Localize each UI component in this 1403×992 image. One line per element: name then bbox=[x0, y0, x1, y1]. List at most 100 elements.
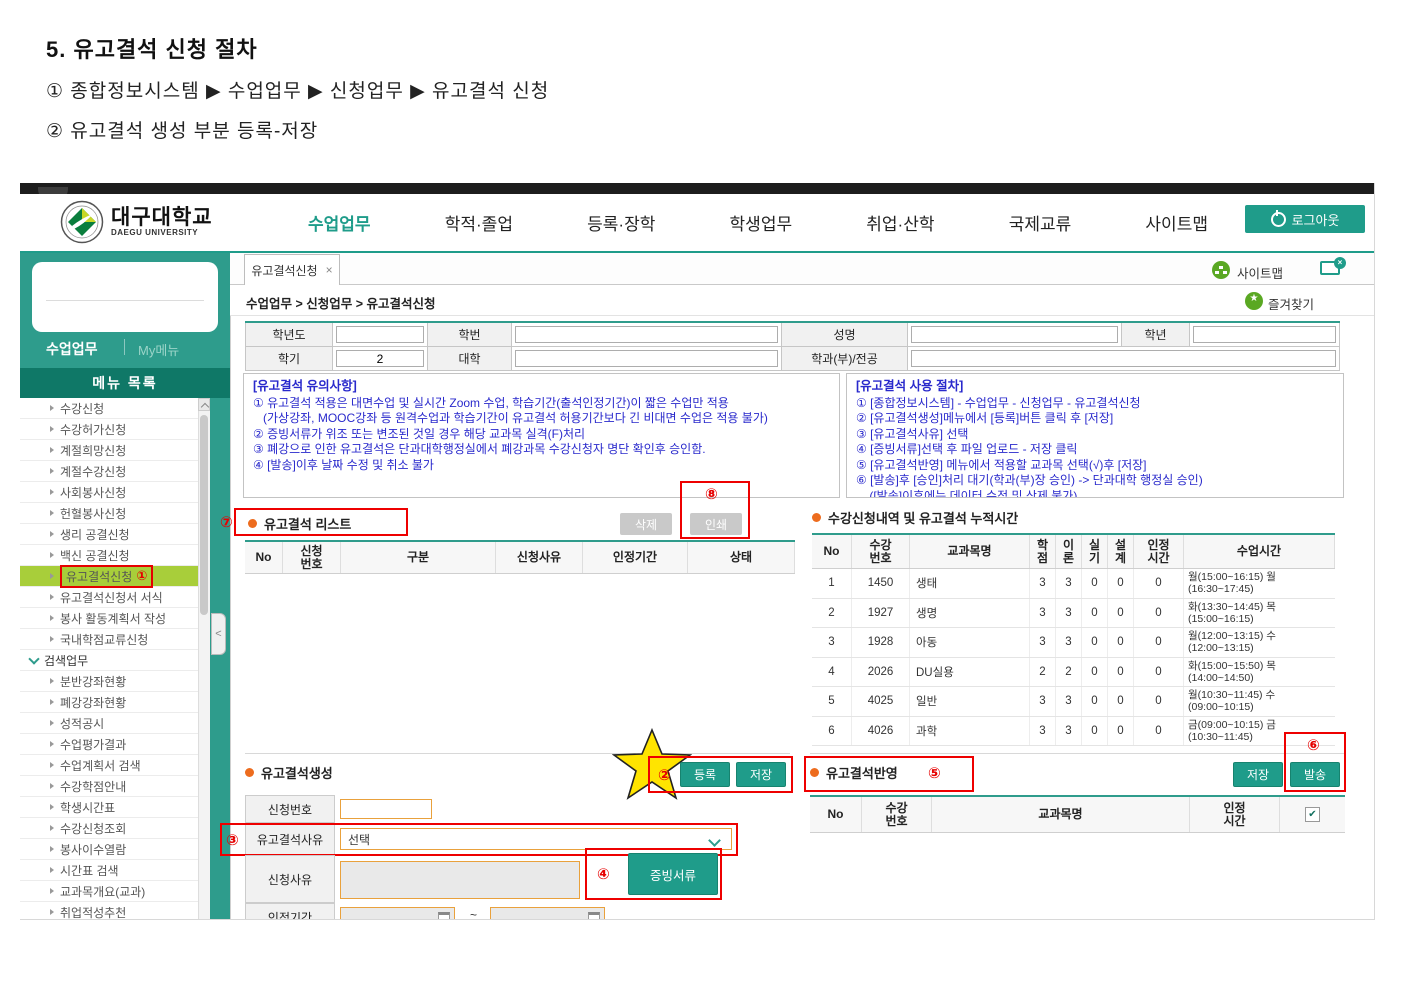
evidence-button[interactable]: 증빙서류 bbox=[628, 853, 718, 895]
period-separator: ~ bbox=[470, 908, 477, 920]
sidebar-menu-item[interactable]: 분반강좌현황 bbox=[20, 671, 210, 692]
favorite-link[interactable]: 즐겨찾기 bbox=[1268, 294, 1314, 313]
send-button[interactable]: 발송 bbox=[1290, 762, 1340, 787]
sidebar-menu-item[interactable]: 봉사 활동계획서 작성 bbox=[20, 608, 210, 629]
tab-absence-application[interactable]: 유고결석신청 × bbox=[244, 254, 340, 285]
notice-line: ⑤ [유고결석반영] 메뉴에서 적용할 교과목 선택(√)후 [저장] bbox=[856, 458, 1334, 474]
cell-theory: 3 bbox=[1056, 687, 1082, 716]
sidebar-menu-item[interactable]: 국내학점교류신청 bbox=[20, 629, 210, 650]
cell-design: 0 bbox=[1108, 687, 1134, 716]
cell-theory: 3 bbox=[1056, 569, 1082, 598]
column-header: 설 계 bbox=[1108, 535, 1134, 568]
print-button[interactable]: 인쇄 bbox=[690, 513, 742, 535]
save-create-button[interactable]: 저장 bbox=[736, 762, 786, 787]
annotation-number-2: ② bbox=[658, 766, 671, 784]
notice-cautions: [유고결석 유의사항] ① 유고결석 적용은 대면수업 및 실시간 Zoom 수… bbox=[243, 373, 840, 498]
tab-close-icon[interactable]: × bbox=[326, 263, 333, 277]
cell-credit: 3 bbox=[1030, 717, 1056, 746]
sidebar-collapse-handle[interactable]: < bbox=[211, 613, 226, 655]
enrollment-table-body: 1 1450 생태 3 3 0 0 0 월(15:00~16:15) 월(16:… bbox=[812, 569, 1335, 746]
top-nav-item[interactable]: 수업업무 bbox=[308, 210, 371, 235]
enrollment-table-row: 4 2026 DU실용 2 2 0 0 0 화(15:00~15:50) 목(1… bbox=[812, 658, 1335, 688]
sidebar-menu-item[interactable]: 검색업무 bbox=[20, 650, 210, 671]
sidebar-tab-classwork[interactable]: 수업업무 bbox=[46, 339, 98, 359]
sidebar-scrollbar-thumb[interactable] bbox=[200, 415, 208, 615]
sitemap-link[interactable]: 사이트맵 bbox=[1237, 263, 1283, 282]
sidebar-menu-item-label: 성적공시 bbox=[60, 715, 104, 732]
reason-type-select[interactable]: 선택 bbox=[340, 828, 732, 850]
sidebar-menu-item[interactable]: 백신 공결신청 bbox=[20, 545, 210, 566]
sidebar-menu-item[interactable]: 수강학점안내 bbox=[20, 776, 210, 797]
sidebar-menu-item[interactable]: 헌혈봉사신청 bbox=[20, 503, 210, 524]
sidebar-menu-item[interactable]: 계절희망신청 bbox=[20, 440, 210, 461]
top-nav-item[interactable]: 사이트맵 bbox=[1145, 210, 1208, 235]
student-id-input[interactable] bbox=[515, 326, 778, 343]
window-close-x-icon[interactable]: × bbox=[1334, 257, 1346, 269]
sidebar-menu-item[interactable]: 유고결석신청 ① bbox=[20, 566, 210, 587]
section-bullet-icon bbox=[810, 768, 819, 777]
sidebar-menu-item[interactable]: 성적공시 bbox=[20, 713, 210, 734]
top-nav-item[interactable]: 학적·졸업 bbox=[445, 210, 513, 235]
dept-input[interactable] bbox=[911, 350, 1336, 367]
sidebar-menu-item[interactable]: 생리 공결신청 bbox=[20, 524, 210, 545]
semester-input[interactable] bbox=[336, 350, 424, 367]
sitemap-icon[interactable] bbox=[1212, 261, 1230, 284]
sidebar-menu-item[interactable]: 봉사이수열람 bbox=[20, 839, 210, 860]
college-input[interactable] bbox=[515, 350, 778, 367]
register-button[interactable]: 등록 bbox=[680, 762, 730, 787]
column-header: 수업시간 bbox=[1184, 535, 1335, 568]
cell-class-time: 화(13:30~14:45) 목(15:00~16:15) bbox=[1184, 599, 1335, 628]
sidebar-menu-item[interactable]: 수강허가신청 bbox=[20, 419, 210, 440]
sidebar-menu-item-label: 취업적성추천 bbox=[60, 904, 126, 921]
chevron-icon bbox=[50, 405, 54, 411]
sidebar-menu-item-label: 수업평가결과 bbox=[60, 736, 126, 753]
sidebar-menu-item[interactable]: 수업계획서 검색 bbox=[20, 755, 210, 776]
sidebar-menu-item[interactable]: 폐강강좌현황 bbox=[20, 692, 210, 713]
section-bullet-icon bbox=[812, 513, 821, 522]
logout-button[interactable]: 로그아웃 bbox=[1245, 205, 1365, 233]
sidebar-menu-item[interactable]: 유고결석신청서 서식 bbox=[20, 587, 210, 608]
period-end-input[interactable] bbox=[490, 907, 605, 920]
chevron-icon bbox=[50, 783, 54, 789]
sidebar-menu-item[interactable]: 교과목개요(교과) bbox=[20, 881, 210, 902]
sidebar: 수업업무 My메뉴 메뉴 목록 수강신청 수강허가신청 bbox=[20, 253, 230, 920]
sidebar-menu-item[interactable]: 학생시간표 bbox=[20, 797, 210, 818]
cell-class-time: 월(10:30~11:45) 수(09:00~10:15) bbox=[1184, 687, 1335, 716]
top-nav-item[interactable]: 등록·장학 bbox=[587, 210, 655, 235]
sidebar-tab-mymenu[interactable]: My메뉴 bbox=[138, 340, 179, 359]
sidebar-menu-item[interactable]: 수강신청 bbox=[20, 398, 210, 419]
sidebar-menu-item-label: 계절수강신청 bbox=[60, 463, 126, 480]
annotation-number-5: ⑤ bbox=[928, 764, 941, 782]
sidebar-menu-item[interactable]: 시간표 검색 bbox=[20, 860, 210, 881]
sidebar-menu-item[interactable]: 수업평가결과 bbox=[20, 734, 210, 755]
top-nav-item[interactable]: 국제교류 bbox=[1009, 210, 1072, 235]
select-all-checkbox[interactable]: ✔ bbox=[1305, 807, 1320, 822]
cell-design: 0 bbox=[1108, 717, 1134, 746]
favorite-star-icon[interactable]: ★ bbox=[1245, 292, 1263, 315]
enrollment-table-row: 3 1928 아동 3 3 0 0 0 월(12:00~13:15) 수(12:… bbox=[812, 628, 1335, 658]
grade-input[interactable] bbox=[1193, 326, 1336, 343]
scrollbar-up-arrow-icon[interactable] bbox=[198, 398, 210, 411]
sidebar-menu-item[interactable]: 취업적성추천 bbox=[20, 902, 210, 920]
column-header: 인정기간 bbox=[583, 542, 688, 573]
delete-button[interactable]: 삭제 bbox=[620, 513, 672, 535]
sidebar-menu-item[interactable]: 수강신청조회 bbox=[20, 818, 210, 839]
notice-line: ([발송]이후에는 데이터 수정 및 삭제 불가) bbox=[856, 489, 1334, 499]
period-start-input[interactable] bbox=[340, 907, 455, 920]
name-input[interactable] bbox=[911, 326, 1118, 343]
top-nav-item[interactable]: 취업·산학 bbox=[866, 210, 934, 235]
cell-theory: 2 bbox=[1056, 658, 1082, 687]
calendar-icon[interactable] bbox=[588, 912, 600, 920]
breadcrumb: 수업업무 > 신청업무 > 유고결석신청 bbox=[246, 293, 436, 312]
sidebar-menu-item[interactable]: 사회봉사신청 bbox=[20, 482, 210, 503]
enrollment-table-row: 5 4025 일반 3 3 0 0 0 월(10:30~11:45) 수(09:… bbox=[812, 687, 1335, 717]
year-input[interactable] bbox=[336, 326, 424, 343]
top-nav-item[interactable]: 학생업무 bbox=[730, 210, 793, 235]
reason-type-label: 유고결석사유 bbox=[245, 823, 335, 855]
apply-no-input[interactable] bbox=[340, 799, 432, 819]
reason-textarea[interactable] bbox=[340, 861, 580, 899]
sidebar-menu-item[interactable]: 계절수강신청 bbox=[20, 461, 210, 482]
save-apply-button[interactable]: 저장 bbox=[1233, 762, 1283, 787]
logout-label: 로그아웃 bbox=[1292, 210, 1340, 229]
calendar-icon[interactable] bbox=[438, 912, 450, 920]
